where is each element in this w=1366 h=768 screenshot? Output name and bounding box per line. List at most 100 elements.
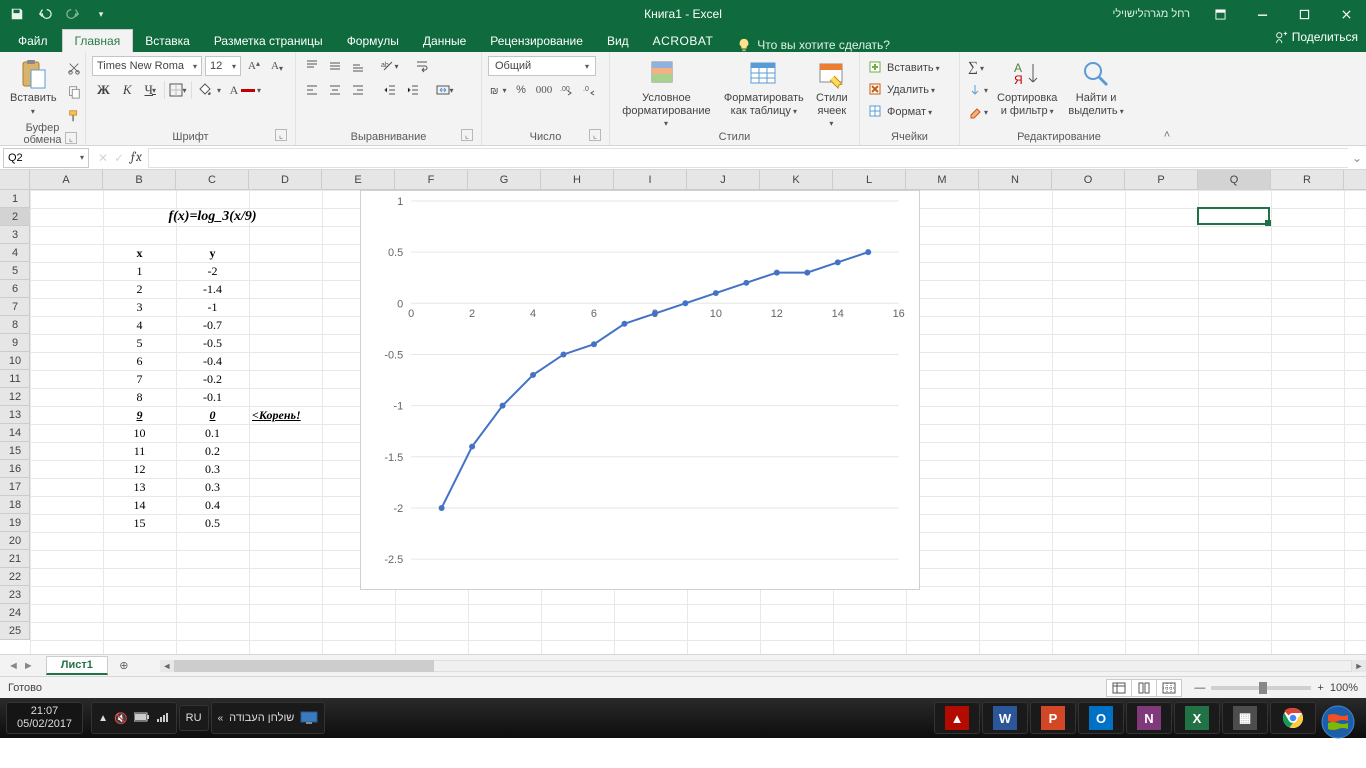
name-box[interactable]: Q2▾ (3, 148, 89, 168)
view-normal-icon[interactable] (1106, 679, 1132, 697)
share-button[interactable]: Поделиться (1274, 30, 1358, 44)
row-header[interactable]: 7 (0, 298, 30, 316)
volume-icon[interactable]: 🔇 (114, 712, 128, 725)
tray-icons[interactable]: ▲ 🔇 (91, 702, 177, 734)
row-header[interactable]: 5 (0, 262, 30, 280)
row-header[interactable]: 25 (0, 622, 30, 640)
font-name-select[interactable]: Times New Roma▾ (92, 56, 202, 76)
column-header[interactable]: G (468, 170, 541, 190)
cell[interactable]: 1 (103, 262, 176, 280)
taskbar-app-onenote[interactable]: N (1126, 702, 1172, 734)
cell[interactable]: 0.1 (176, 424, 249, 442)
align-center-icon[interactable] (325, 80, 345, 100)
merge-cells-icon[interactable]: ▾ (435, 80, 455, 100)
cell[interactable]: 5 (103, 334, 176, 352)
dialog-launcher-icon[interactable]: ⌞ (275, 129, 287, 141)
column-header[interactable]: K (760, 170, 833, 190)
row-header[interactable]: 4 (0, 244, 30, 262)
cells-format-button[interactable]: Формат▾ (866, 102, 953, 122)
view-page-layout-icon[interactable] (1131, 679, 1157, 697)
maximize-button[interactable] (1284, 0, 1324, 28)
cell[interactable]: 0.4 (176, 496, 249, 514)
format-as-table-button[interactable]: Форматировать как таблицу ▾ (720, 56, 808, 119)
redo-icon[interactable] (62, 3, 84, 25)
row-header[interactable]: 23 (0, 586, 30, 604)
cell[interactable]: -2 (176, 262, 249, 280)
increase-decimal-icon[interactable]: .00 (557, 80, 577, 100)
cell[interactable]: 0.3 (176, 460, 249, 478)
cell[interactable]: 10 (103, 424, 176, 442)
cell[interactable]: <Корень! (249, 406, 324, 424)
find-select-button[interactable]: Найти и выделить ▾ (1064, 56, 1127, 119)
row-header[interactable]: 14 (0, 424, 30, 442)
language-indicator[interactable]: RU (179, 705, 209, 731)
row-header[interactable]: 9 (0, 334, 30, 352)
cells-delete-button[interactable]: Удалить▾ (866, 80, 953, 100)
row-header[interactable]: 17 (0, 478, 30, 496)
decrease-decimal-icon[interactable]: .0 (580, 80, 600, 100)
cell[interactable]: 11 (103, 442, 176, 460)
ribbon-display-options-icon[interactable] (1200, 0, 1240, 28)
zoom-slider[interactable] (1211, 686, 1311, 690)
cell[interactable]: 14 (103, 496, 176, 514)
taskbar-app-word[interactable]: W (982, 702, 1028, 734)
add-sheet-button[interactable]: ⊕ (114, 656, 134, 676)
tab-page-layout[interactable]: Разметка страницы (202, 30, 335, 52)
formula-input[interactable] (148, 148, 1348, 168)
sum-button[interactable]: ∑▾ (966, 58, 990, 78)
row-header[interactable]: 12 (0, 388, 30, 406)
cell[interactable]: 13 (103, 478, 176, 496)
cell[interactable]: 6 (103, 352, 176, 370)
zoom-out-button[interactable]: — (1194, 682, 1205, 694)
column-header[interactable]: E (322, 170, 395, 190)
dialog-launcher-icon[interactable]: ⌞ (589, 129, 601, 141)
row-header[interactable]: 13 (0, 406, 30, 424)
cell[interactable]: 7 (103, 370, 176, 388)
row-header[interactable]: 20 (0, 532, 30, 550)
sheet-nav-prev-icon[interactable]: ◄ (8, 660, 19, 672)
orientation-icon[interactable]: ab▾ (380, 56, 400, 76)
qat-customize-icon[interactable]: ▾ (90, 3, 112, 25)
tell-me-search[interactable]: Что вы хотите сделать? (737, 38, 890, 52)
taskbar-app-powerpoint[interactable]: P (1030, 702, 1076, 734)
cell[interactable]: f(x)=log_3(x/9) (103, 208, 322, 226)
column-header[interactable]: L (833, 170, 906, 190)
sheet-nav-next-icon[interactable]: ► (23, 660, 34, 672)
italic-button[interactable]: К (118, 80, 137, 100)
scroll-right-icon[interactable]: ► (1352, 660, 1366, 672)
row-header[interactable]: 22 (0, 568, 30, 586)
fill-button[interactable]: ▾ (966, 80, 990, 100)
tab-view[interactable]: Вид (595, 30, 641, 52)
row-header[interactable]: 11 (0, 370, 30, 388)
cell[interactable]: y (176, 244, 249, 262)
column-header[interactable]: A (30, 170, 103, 190)
select-all-corner[interactable] (0, 170, 30, 190)
save-icon[interactable] (6, 3, 28, 25)
cell-styles-button[interactable]: Стили ячеек ▾ (811, 56, 853, 132)
bold-button[interactable]: Ж (92, 80, 115, 100)
tab-data[interactable]: Данные (411, 30, 478, 52)
cell[interactable]: 0 (176, 406, 249, 424)
taskbar-app-excel[interactable]: X (1174, 702, 1220, 734)
cell[interactable]: -0.5 (176, 334, 249, 352)
tray-up-icon[interactable]: ▲ (98, 713, 108, 724)
minimize-button[interactable] (1242, 0, 1282, 28)
network-icon[interactable] (156, 711, 170, 726)
cell[interactable]: -1.4 (176, 280, 249, 298)
cancel-formula-icon[interactable]: ✕ (98, 151, 108, 165)
wrap-text-icon[interactable] (412, 56, 432, 76)
column-header[interactable]: M (906, 170, 979, 190)
scroll-left-icon[interactable]: ◄ (160, 660, 174, 672)
cell[interactable]: 3 (103, 298, 176, 316)
decrease-font-icon[interactable]: A▾ (267, 56, 287, 76)
number-format-select[interactable]: Общий▾ (488, 56, 596, 76)
battery-icon[interactable] (134, 712, 150, 725)
increase-indent-icon[interactable] (403, 80, 423, 100)
row-header[interactable]: 21 (0, 550, 30, 568)
column-header[interactable]: Q (1198, 170, 1271, 190)
row-header[interactable]: 18 (0, 496, 30, 514)
row-header[interactable]: 15 (0, 442, 30, 460)
row-header[interactable]: 10 (0, 352, 30, 370)
sheet-tab[interactable]: Лист1 (46, 656, 108, 675)
cell[interactable]: 9 (103, 406, 176, 424)
